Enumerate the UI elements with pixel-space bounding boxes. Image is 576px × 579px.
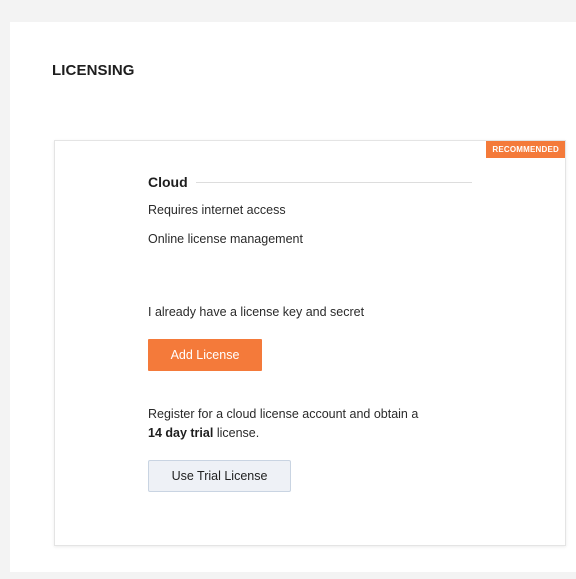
register-text-end: license. <box>216 426 260 440</box>
recommended-badge: RECOMMENDED <box>486 141 565 158</box>
register-text: Register for a cloud license account and… <box>148 405 488 443</box>
feature-internet-access: Requires internet access <box>148 203 286 217</box>
trial-duration: 14 day trial <box>148 426 214 440</box>
card-heading: Cloud <box>148 174 472 190</box>
card-heading-text: Cloud <box>148 174 188 190</box>
have-key-text: I already have a license key and secret <box>148 305 365 319</box>
cloud-license-card: RECOMMENDED Cloud Requires internet acce… <box>54 140 566 546</box>
use-trial-license-button[interactable]: Use Trial License <box>148 460 291 492</box>
heading-divider <box>195 181 472 183</box>
licensing-panel: LICENSING RECOMMENDED Cloud Requires int… <box>10 22 576 572</box>
register-text-start: Register for a cloud license account and… <box>148 407 419 421</box>
add-license-button[interactable]: Add License <box>148 339 262 371</box>
feature-online-management: Online license management <box>148 232 303 246</box>
panel-title: LICENSING <box>52 62 135 79</box>
